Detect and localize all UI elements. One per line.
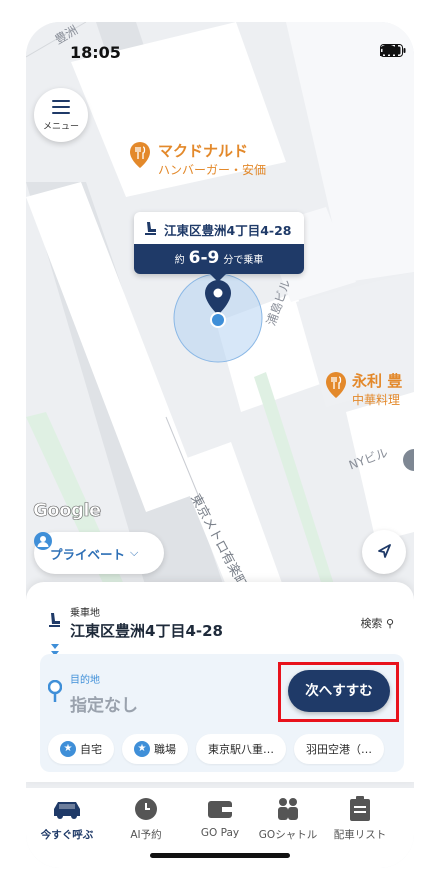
seat-icon bbox=[49, 613, 60, 627]
poi-mcdonalds-name: マクドナルド bbox=[158, 142, 249, 160]
poi-eiri[interactable]: 永利 豊 中華料理 bbox=[326, 370, 402, 408]
search-label: 検索 bbox=[360, 617, 383, 630]
destination-pin-icon bbox=[48, 680, 62, 702]
destination-caption: 目的地 bbox=[70, 675, 100, 686]
pickup-address: 江東区豊洲4丁目4-28 bbox=[70, 622, 223, 640]
restaurant-pin-icon bbox=[326, 372, 346, 398]
shortcut-chips: ★ 自宅 ★ 職場 東京駅八重… 羽田空港（… bbox=[48, 734, 384, 764]
poi-mcdonalds-sub: ハンバーガー・安価 bbox=[158, 163, 267, 177]
chip-label: 羽田空港（… bbox=[306, 743, 372, 756]
pickup-search-link[interactable]: 検索 ⚲ bbox=[360, 615, 394, 631]
restaurant-pin-icon bbox=[130, 142, 150, 168]
map-view[interactable]: 18:05 メニュー マクドナルド ハンバーガー・安価 永利 豊 中華料理 浦島… bbox=[26, 22, 414, 622]
pickup-bubble[interactable]: 江東区豊洲4丁目4-28 約 6-9 分で乗車 bbox=[134, 212, 304, 282]
chip-work[interactable]: ★ 職場 bbox=[122, 734, 188, 764]
chip-home[interactable]: ★ 自宅 bbox=[48, 734, 114, 764]
tab-ride-list[interactable]: 配車リスト bbox=[322, 796, 398, 842]
seat-icon bbox=[145, 222, 156, 235]
current-location-button[interactable] bbox=[362, 530, 406, 574]
tab-go-shuttle[interactable]: GOシャトル bbox=[250, 796, 326, 842]
menu-button[interactable]: メニュー bbox=[34, 88, 88, 142]
chevron-down-icon: ⌵ bbox=[130, 546, 139, 559]
clipboard-icon bbox=[350, 796, 370, 821]
poi-mcdonalds[interactable]: マクドナルド ハンバーガー・安価 bbox=[130, 140, 266, 178]
status-bar: 18:05 bbox=[26, 22, 414, 72]
pickup-caption: 乗車地 bbox=[70, 608, 100, 619]
eta-value: 6-9 bbox=[188, 248, 220, 268]
hamburger-icon bbox=[52, 100, 70, 115]
poi-eiri-name: 永利 豊 bbox=[352, 372, 403, 390]
tab-ai-reserve[interactable]: AI予約 bbox=[108, 796, 184, 842]
star-icon: ★ bbox=[60, 741, 76, 757]
tab-go-pay[interactable]: GO Pay bbox=[182, 796, 258, 839]
chip-label: 自宅 bbox=[80, 743, 102, 756]
tab-label: 今すぐ呼ぶ bbox=[40, 829, 94, 841]
chip-label: 東京駅八重… bbox=[208, 743, 274, 756]
search-icon: ⚲ bbox=[385, 617, 394, 630]
person-icon bbox=[34, 532, 52, 550]
profile-label: プライベート bbox=[50, 546, 126, 562]
tab-label: GOシャトル bbox=[258, 829, 318, 841]
menu-label: メニュー bbox=[42, 122, 79, 132]
chip-tokyo-station[interactable]: 東京駅八重… bbox=[196, 734, 286, 764]
ride-sheet: 乗車地 江東区豊洲4丁目4-28 検索 ⚲ 目的地 指定なし 次へすすむ ★ 自宅… bbox=[26, 582, 414, 782]
car-icon bbox=[54, 802, 80, 819]
tab-label: 配車リスト bbox=[333, 829, 387, 841]
navigation-arrow-icon bbox=[378, 544, 391, 558]
shuttle-people-icon bbox=[278, 798, 298, 820]
highlight-box bbox=[278, 662, 399, 722]
pickup-bubble-address: 江東区豊洲4丁目4-28 bbox=[164, 223, 292, 238]
chip-label: 職場 bbox=[154, 743, 176, 756]
clock-icon bbox=[135, 798, 157, 820]
phone-screen: 18:05 メニュー マクドナルド ハンバーガー・安価 永利 豊 中華料理 浦島… bbox=[26, 22, 414, 868]
destination-value[interactable]: 指定なし bbox=[70, 691, 138, 716]
eta-suffix: 分で乗車 bbox=[223, 255, 264, 266]
bubble-tail bbox=[209, 273, 227, 282]
star-icon: ★ bbox=[134, 741, 150, 757]
tab-call-now[interactable]: 今すぐ呼ぶ bbox=[29, 796, 105, 842]
tab-label: GO Pay bbox=[200, 827, 240, 839]
home-indicator[interactable] bbox=[150, 853, 290, 858]
poi-eiri-sub: 中華料理 bbox=[352, 393, 401, 407]
tab-label: AI予約 bbox=[130, 829, 162, 841]
pickup-row[interactable]: 乗車地 江東区豊洲4丁目4-28 検索 ⚲ bbox=[26, 582, 414, 652]
destination-card[interactable]: 目的地 指定なし 次へすすむ ★ 自宅 ★ 職場 東京駅八重… 羽田空港（… bbox=[40, 654, 404, 772]
status-time: 18:05 bbox=[70, 43, 121, 62]
chip-haneda-airport[interactable]: 羽田空港（… bbox=[294, 734, 384, 764]
google-logo: Google bbox=[33, 500, 102, 522]
battery-icon bbox=[380, 44, 406, 57]
eta-prefix: 約 bbox=[174, 255, 185, 266]
pickup-bubble-eta: 約 6-9 分で乗車 bbox=[134, 244, 304, 274]
pickup-bubble-address-row: 江東区豊洲4丁目4-28 bbox=[134, 212, 304, 244]
wallet-icon bbox=[208, 801, 232, 818]
profile-switch-button[interactable]: プライベート ⌵ bbox=[34, 532, 164, 574]
